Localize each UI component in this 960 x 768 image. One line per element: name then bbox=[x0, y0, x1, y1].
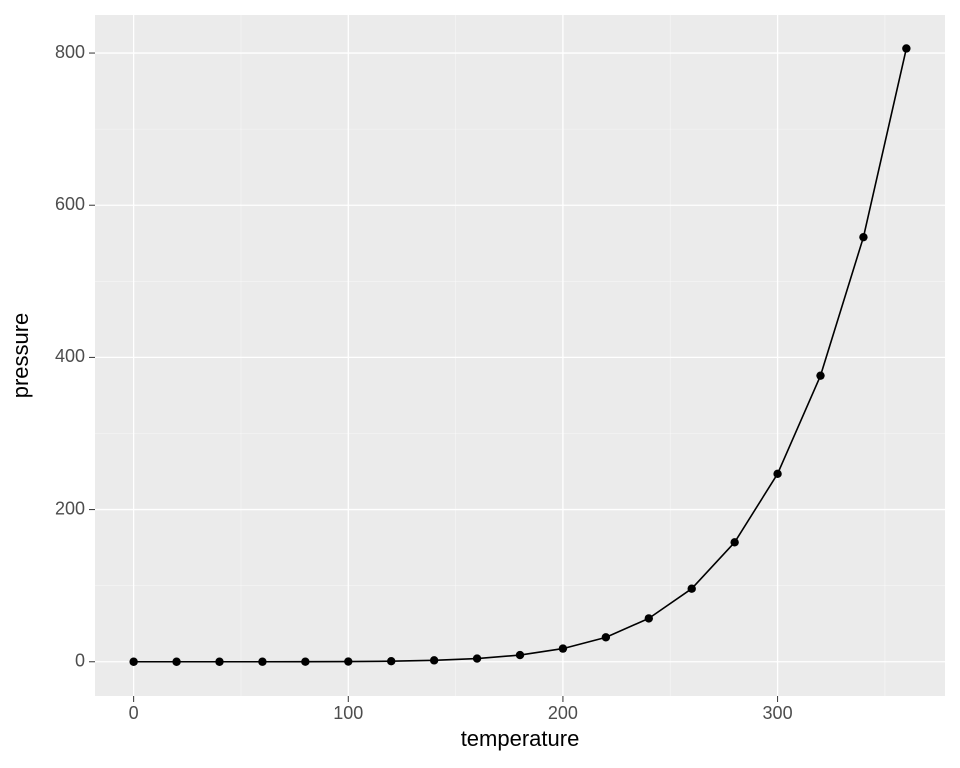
data-point bbox=[773, 470, 781, 478]
data-point bbox=[172, 658, 180, 666]
data-point bbox=[387, 657, 395, 665]
data-point bbox=[688, 585, 696, 593]
data-point bbox=[902, 44, 910, 52]
data-point bbox=[516, 651, 524, 659]
data-point bbox=[129, 658, 137, 666]
data-point bbox=[430, 656, 438, 664]
data-point bbox=[859, 233, 867, 241]
x-tick-label: 200 bbox=[548, 703, 578, 723]
y-tick-label: 0 bbox=[75, 651, 85, 671]
y-axis-ticks: 0 200 400 600 800 bbox=[55, 42, 95, 671]
y-tick-label: 400 bbox=[55, 346, 85, 366]
x-tick-label: 0 bbox=[129, 703, 139, 723]
data-point bbox=[344, 657, 352, 665]
x-axis-ticks: 0 100 200 300 bbox=[129, 696, 793, 723]
data-point bbox=[730, 538, 738, 546]
chart-container: 0 100 200 300 0 200 400 600 800 temperature pre… bbox=[0, 0, 960, 768]
data-point bbox=[473, 654, 481, 662]
data-point bbox=[559, 644, 567, 652]
y-tick-label: 600 bbox=[55, 194, 85, 214]
x-tick-label: 300 bbox=[763, 703, 793, 723]
y-tick-label: 200 bbox=[55, 498, 85, 518]
data-point bbox=[301, 657, 309, 665]
data-point bbox=[602, 633, 610, 641]
y-axis-title: pressure bbox=[8, 313, 33, 399]
data-point bbox=[816, 371, 824, 379]
x-axis-title: temperature bbox=[461, 726, 580, 751]
data-point bbox=[258, 658, 266, 666]
chart-svg: 0 100 200 300 0 200 400 600 800 temperature pre… bbox=[0, 0, 960, 768]
y-tick-label: 800 bbox=[55, 42, 85, 62]
data-point bbox=[645, 614, 653, 622]
x-tick-label: 100 bbox=[333, 703, 363, 723]
plot-panel bbox=[95, 15, 945, 696]
data-point bbox=[215, 658, 223, 666]
